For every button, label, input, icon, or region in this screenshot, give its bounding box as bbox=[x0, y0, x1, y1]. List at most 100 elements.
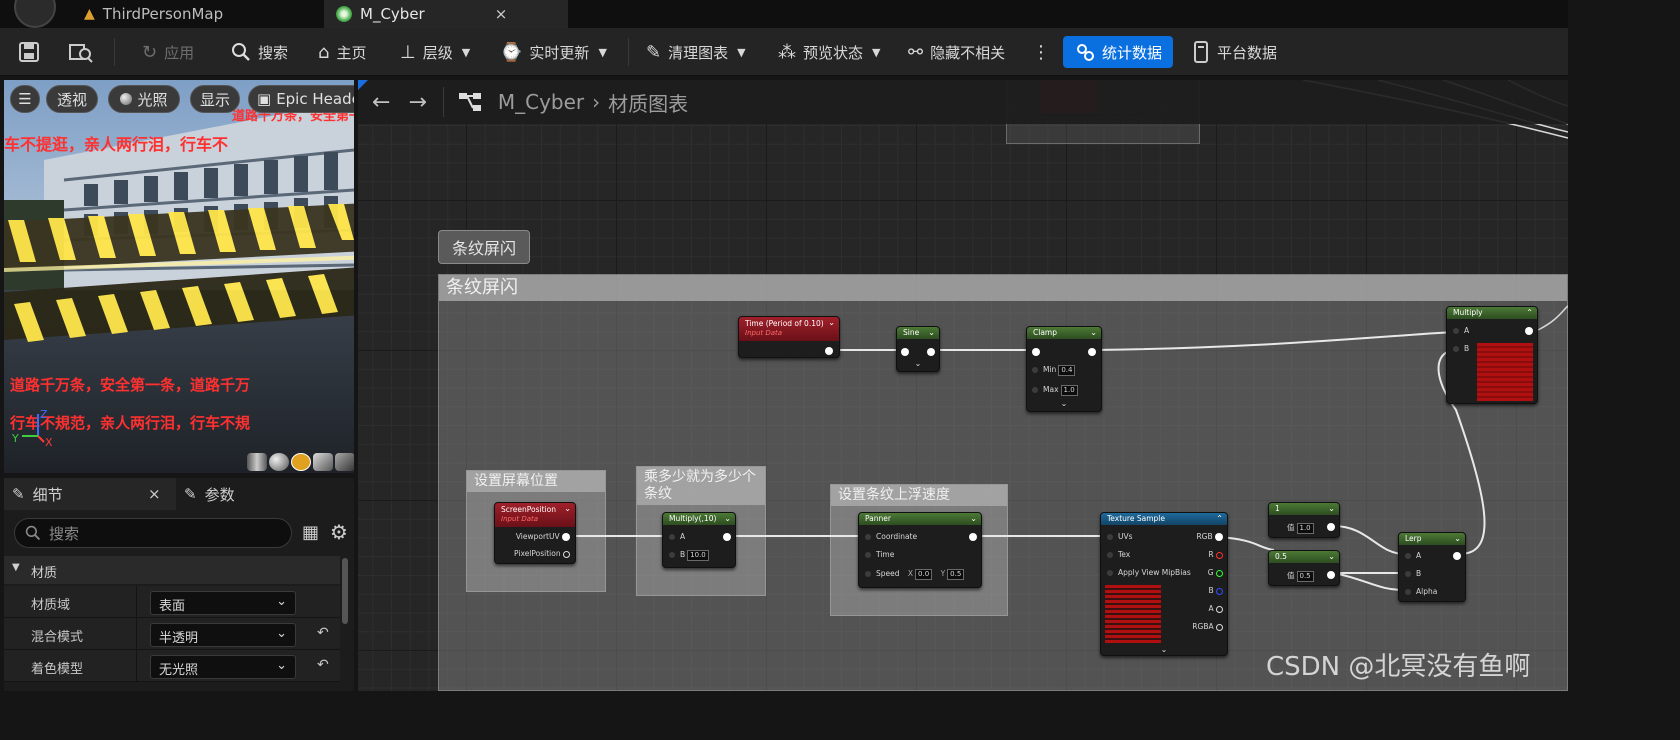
output-pin[interactable] bbox=[927, 347, 935, 356]
platform-stats-button[interactable]: 平台数据 bbox=[1192, 28, 1277, 76]
node-clamp[interactable]: Clamp ⌄ Min 0.4 Max 1.0 ⌄ bbox=[1026, 326, 1102, 412]
speed-x-field[interactable]: 0.0 bbox=[915, 569, 933, 580]
speed-y-field[interactable]: 0.5 bbox=[947, 569, 965, 580]
plane-icon[interactable] bbox=[291, 453, 311, 471]
pin-a[interactable]: A bbox=[1453, 326, 1469, 335]
details-search-input[interactable]: 搜索 bbox=[14, 518, 292, 548]
pin-alpha[interactable]: Alpha bbox=[1405, 587, 1437, 596]
preview-viewport[interactable]: 道路千万条，安全第一条，道路千 车不提逛，亲人两行泪，行车不 道路千万条，安全第… bbox=[4, 80, 354, 473]
lit-button[interactable]: 光照 bbox=[108, 85, 180, 113]
details-scrollbar[interactable] bbox=[342, 558, 348, 624]
input-pin[interactable] bbox=[1032, 347, 1040, 356]
min-value-field[interactable]: 0.4 bbox=[1058, 365, 1076, 376]
output-pin[interactable] bbox=[1525, 326, 1533, 335]
close-tab-icon[interactable]: × bbox=[495, 5, 508, 23]
pin-b[interactable]: B 10.0 bbox=[669, 550, 709, 561]
shading-model-select[interactable]: 无光照 ⌄ bbox=[150, 655, 296, 679]
grid-icon[interactable]: ▦ bbox=[302, 522, 319, 543]
pin-g[interactable]: G bbox=[1208, 568, 1223, 577]
node-time[interactable]: Time (Period of 0.10) ⌄ Input Data bbox=[738, 316, 840, 358]
close-details-icon[interactable]: × bbox=[148, 478, 161, 510]
clean-graph-dropdown[interactable]: ✎ 清理图表 ▼ bbox=[646, 28, 746, 76]
stats-button[interactable]: 统计数据 bbox=[1063, 36, 1173, 68]
cylinder-icon[interactable] bbox=[247, 453, 267, 471]
pin-min[interactable]: Min 0.4 bbox=[1032, 365, 1076, 376]
tab-details[interactable]: ✎ 细节 bbox=[12, 478, 63, 510]
constant-value-field[interactable]: 0.5 bbox=[1296, 571, 1314, 582]
output-pin[interactable] bbox=[969, 532, 977, 541]
back-arrow-icon[interactable]: ← bbox=[372, 90, 390, 115]
node-screen-position[interactable]: ScreenPosition ⌄ Input Data ViewportUV P… bbox=[494, 502, 576, 564]
apply-button[interactable]: ↻ 应用 bbox=[142, 28, 194, 76]
pin-uvs[interactable]: UVs bbox=[1107, 532, 1133, 541]
pin-apply-mip-bias[interactable]: Apply View MipBias bbox=[1107, 568, 1191, 577]
chevron-down-icon[interactable]: ⌄ bbox=[1101, 645, 1227, 654]
pin-b[interactable]: B bbox=[1405, 569, 1421, 578]
node-sine[interactable]: Sine ⌄ ⌄ bbox=[896, 326, 940, 372]
node-multiply-10[interactable]: Multiply(,10) ⌄ A B 10.0 bbox=[662, 512, 736, 568]
search-button[interactable]: 搜索 bbox=[231, 28, 288, 76]
pin-pixel-position[interactable]: PixelPosition bbox=[514, 549, 570, 558]
pin-a[interactable]: A bbox=[1208, 604, 1223, 613]
pin-b[interactable]: B bbox=[1208, 586, 1223, 595]
pin-max[interactable]: Max 1.0 bbox=[1032, 385, 1078, 396]
node-constant-0-5[interactable]: 0.5 ⌄ 值 0.5 bbox=[1268, 550, 1340, 586]
chevron-down-icon[interactable]: ⌄ bbox=[1027, 399, 1101, 408]
pin-a[interactable]: A bbox=[1405, 551, 1421, 560]
reset-icon[interactable]: ↶ bbox=[317, 657, 329, 673]
tab-m-cyber[interactable]: M_Cyber × bbox=[324, 0, 568, 28]
node-lerp[interactable]: Lerp ⌄ A B Alpha bbox=[1398, 532, 1466, 602]
pin-tex[interactable]: Tex bbox=[1107, 550, 1130, 559]
pin-r[interactable]: R bbox=[1208, 550, 1223, 559]
pin-time[interactable]: Time bbox=[865, 550, 894, 559]
teapot-icon[interactable] bbox=[335, 453, 354, 471]
perspective-button[interactable]: 透视 bbox=[46, 85, 98, 113]
output-pin[interactable] bbox=[1327, 570, 1335, 579]
b-value-field[interactable]: 10.0 bbox=[687, 550, 709, 561]
constant-value[interactable]: 值 0.5 bbox=[1287, 570, 1314, 582]
node-constant-1[interactable]: 1 ⌄ 值 1.0 bbox=[1268, 502, 1340, 538]
node-panner[interactable]: Panner ⌄ Coordinate Time Speed X 0.0 Y 0.5 bbox=[858, 512, 982, 588]
browse-button[interactable] bbox=[68, 28, 94, 76]
tab-parameters[interactable]: ✎ 参数 bbox=[184, 478, 235, 510]
live-update-dropdown[interactable]: ⌚ 实时更新 ▼ bbox=[500, 28, 607, 76]
chevron-down-icon[interactable]: ⌄ bbox=[897, 359, 939, 368]
pin-rgb[interactable]: RGB bbox=[1196, 532, 1223, 541]
sphere-icon[interactable] bbox=[269, 453, 289, 471]
pin-speed[interactable]: Speed X 0.0 Y 0.5 bbox=[865, 569, 965, 580]
tab-third-person-map[interactable]: ▲ ThirdPersonMap bbox=[72, 0, 235, 28]
blend-mode-select[interactable]: 半透明 ⌄ bbox=[150, 623, 296, 647]
pin-b[interactable]: B bbox=[1453, 344, 1469, 353]
pin-coordinate[interactable]: Coordinate bbox=[865, 532, 917, 541]
preview-state-dropdown[interactable]: ⁂ 预览状态 ▼ bbox=[778, 28, 880, 76]
preview-mesh-button[interactable]: ▣ Epic Heade bbox=[248, 85, 354, 113]
node-texture-sample[interactable]: Texture Sample ⌃ UVs Tex Apply View MipBi… bbox=[1100, 512, 1228, 656]
breadcrumb-graph[interactable]: 材质图表 bbox=[608, 88, 688, 117]
pin-rgba[interactable]: RGBA bbox=[1192, 622, 1223, 631]
hide-unrelated-button[interactable]: ⚯ 隐藏不相关 bbox=[908, 28, 1005, 76]
gear-icon[interactable]: ⚙ bbox=[330, 520, 348, 544]
unreal-logo-icon[interactable] bbox=[14, 0, 56, 28]
constant-value-field[interactable]: 1.0 bbox=[1296, 523, 1314, 534]
output-pin[interactable] bbox=[1327, 522, 1335, 531]
more-options-button[interactable]: ⋮ bbox=[1032, 28, 1050, 76]
output-pin[interactable] bbox=[1453, 551, 1461, 560]
input-pin[interactable] bbox=[901, 347, 909, 356]
material-domain-select[interactable]: 表面 ⌄ bbox=[150, 591, 296, 615]
output-pin[interactable] bbox=[1088, 347, 1096, 356]
forward-arrow-icon[interactable]: → bbox=[408, 90, 426, 115]
reset-icon[interactable]: ↶ bbox=[317, 625, 329, 641]
material-graph-canvas[interactable]: 条纹屏闪 条纹屏闪 设置屏幕位置 乘多少就为多少个条纹 设置条纹上浮速度 Tim… bbox=[358, 80, 1568, 691]
section-material[interactable]: ▼ 材质 bbox=[4, 556, 340, 584]
constant-value[interactable]: 值 1.0 bbox=[1287, 522, 1314, 534]
home-button[interactable]: ⌂ 主页 bbox=[318, 28, 366, 76]
max-value-field[interactable]: 1.0 bbox=[1060, 385, 1078, 396]
breadcrumb-asset[interactable]: M_Cyber bbox=[498, 90, 584, 114]
show-button[interactable]: 显示 bbox=[190, 85, 240, 113]
viewport-menu-button[interactable]: ☰ bbox=[10, 85, 40, 113]
hierarchy-dropdown[interactable]: ⊥ 层级 ▼ bbox=[400, 28, 470, 76]
pin-a[interactable]: A bbox=[669, 532, 685, 541]
pin-viewport-uv[interactable]: ViewportUV bbox=[516, 532, 570, 541]
save-button[interactable] bbox=[18, 28, 40, 76]
output-pin[interactable] bbox=[723, 532, 731, 541]
